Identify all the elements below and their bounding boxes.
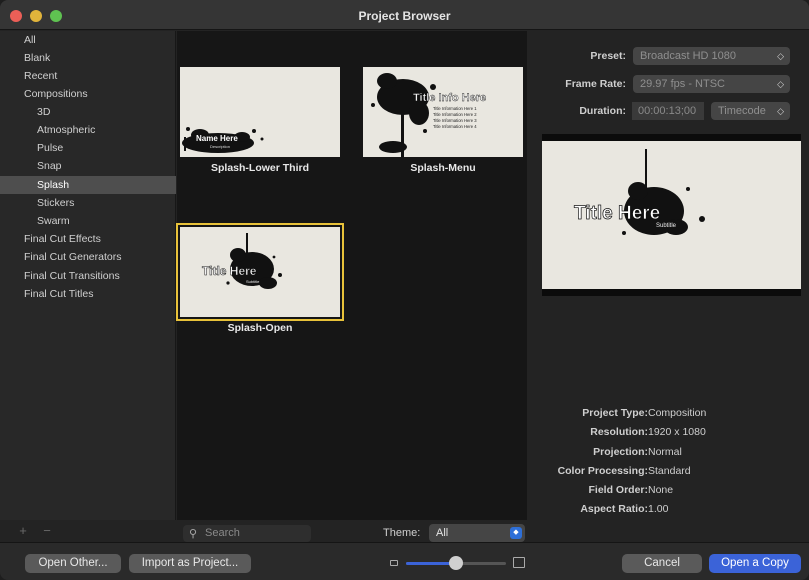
template-thumbnail-splash-open[interactable]: Title Here Subtitle bbox=[176, 223, 344, 321]
sidebar-item-snap[interactable]: Snap bbox=[0, 157, 176, 175]
slider-knob[interactable] bbox=[449, 556, 463, 570]
sidebar-item-swarm[interactable]: Swarm bbox=[0, 212, 176, 230]
sidebar-item-splash[interactable]: Splash bbox=[0, 176, 176, 194]
sidebar-item-final-cut-titles[interactable]: Final Cut Titles bbox=[0, 285, 176, 303]
info-aspect-ratio-label: Aspect Ratio: bbox=[580, 503, 648, 515]
info-projection-value: Normal bbox=[648, 446, 682, 458]
search-icon: ⚲ bbox=[189, 528, 198, 540]
theme-value: All bbox=[436, 527, 449, 539]
preset-value: Broadcast HD 1080 bbox=[640, 50, 736, 62]
duration-format-popup[interactable]: Timecode ◇ bbox=[711, 102, 790, 120]
open-a-copy-button[interactable]: Open a Copy bbox=[709, 554, 801, 573]
template-thumbnail-splash-menu[interactable]: Title Info Here Title Information Here 1… bbox=[363, 67, 523, 157]
preview-title-text: Title Here bbox=[574, 203, 660, 224]
info-aspect-ratio-value: 1.00 bbox=[648, 503, 669, 515]
info-project-type-label: Project Type: bbox=[582, 407, 648, 419]
theme-label: Theme: bbox=[383, 527, 421, 539]
menu-line-3: Title Information Here 3 bbox=[433, 118, 477, 123]
project-browser-window: Project Browser All Blank Recent Composi… bbox=[0, 0, 809, 580]
template-label-splash-menu: Splash-Menu bbox=[410, 162, 476, 174]
menu-title-text: Title Info Here bbox=[413, 92, 486, 104]
preset-popup[interactable]: Broadcast HD 1080 ◇ bbox=[633, 47, 790, 65]
template-label-splash-open: Splash-Open bbox=[227, 322, 293, 334]
menu-line-1: Title Information Here 1 bbox=[433, 106, 477, 111]
duration-format-value: Timecode bbox=[718, 105, 766, 117]
sidebar-item-atmospheric[interactable]: Atmospheric bbox=[0, 121, 176, 139]
preset-label: Preset: bbox=[590, 50, 626, 62]
duration-label: Duration: bbox=[579, 105, 626, 117]
lower-third-description-text: Description bbox=[210, 144, 230, 149]
info-field-order-label: Field Order: bbox=[588, 484, 648, 496]
project-settings-panel: Preset: Broadcast HD 1080 ◇ Frame Rate: … bbox=[528, 31, 809, 520]
open-subtitle-text: Subtitle bbox=[246, 279, 260, 284]
sidebar-item-compositions[interactable]: Compositions bbox=[0, 85, 176, 103]
sidebar-item-blank[interactable]: Blank bbox=[0, 49, 176, 67]
sidebar-item-final-cut-transitions[interactable]: Final Cut Transitions bbox=[0, 267, 176, 285]
large-thumbnail-icon bbox=[513, 557, 525, 568]
import-as-project-button[interactable]: Import as Project... bbox=[129, 554, 251, 573]
sidebar-item-stickers[interactable]: Stickers bbox=[0, 194, 176, 212]
frame-rate-label: Frame Rate: bbox=[565, 78, 626, 90]
splash-menu-artwork: Title Info Here Title Information Here 1… bbox=[371, 73, 486, 157]
info-field-order-value: None bbox=[648, 484, 674, 496]
info-color-processing-value: Standard bbox=[648, 465, 691, 477]
preview-splash-artwork: Title Here Subtitle bbox=[574, 149, 705, 235]
preview-subtitle-text: Subtitle bbox=[656, 223, 677, 229]
menu-line-2: Title Information Here 2 bbox=[433, 112, 477, 117]
info-color-processing-label: Color Processing: bbox=[557, 465, 648, 477]
chevron-updown-icon: ◇ bbox=[777, 51, 784, 61]
menu-line-4: Title Information Here 4 bbox=[433, 124, 477, 129]
sidebar-item-recent[interactable]: Recent bbox=[0, 67, 176, 85]
title-bar: Project Browser bbox=[0, 0, 809, 30]
preview-image: Title Here Subtitle bbox=[542, 141, 801, 289]
theme-popup[interactable]: All ◆ bbox=[429, 524, 525, 542]
add-category-button[interactable]: + bbox=[14, 524, 32, 538]
window-title: Project Browser bbox=[358, 9, 451, 23]
splash-lower-third-artwork: Name Here Description bbox=[182, 127, 264, 153]
category-sidebar: All Blank Recent Compositions 3D Atmosph… bbox=[0, 31, 176, 520]
search-field[interactable]: ⚲ Search bbox=[183, 525, 311, 542]
lower-third-name-text: Name Here bbox=[196, 134, 238, 143]
sidebar-item-3d[interactable]: 3D bbox=[0, 103, 176, 121]
template-thumbnail-splash-lower-third[interactable]: Name Here Description bbox=[180, 67, 340, 157]
cancel-button[interactable]: Cancel bbox=[622, 554, 702, 573]
template-grid: Name Here Description Splash-Lower Third… bbox=[176, 31, 527, 520]
open-other-button[interactable]: Open Other... bbox=[25, 554, 121, 573]
sidebar-item-final-cut-effects[interactable]: Final Cut Effects bbox=[0, 230, 176, 248]
chevron-updown-icon: ◇ bbox=[777, 79, 784, 89]
info-project-type-value: Composition bbox=[648, 407, 707, 419]
info-resolution-value: 1920 x 1080 bbox=[648, 426, 706, 438]
chevron-updown-icon: ◆ bbox=[510, 527, 522, 539]
chevron-updown-icon: ◇ bbox=[777, 106, 784, 116]
open-title-text: Title Here bbox=[202, 264, 257, 278]
template-preview: Title Here Subtitle bbox=[542, 134, 801, 296]
small-thumbnail-icon bbox=[390, 560, 398, 566]
duration-field[interactable]: 00:00:13;00 bbox=[632, 102, 704, 120]
splash-open-artwork: Title Here Subtitle bbox=[202, 233, 282, 289]
info-resolution-label: Resolution: bbox=[590, 426, 648, 438]
sidebar-item-pulse[interactable]: Pulse bbox=[0, 139, 176, 157]
frame-rate-value: 29.97 fps - NTSC bbox=[640, 78, 725, 90]
sidebar-item-final-cut-generators[interactable]: Final Cut Generators bbox=[0, 248, 176, 266]
search-placeholder: Search bbox=[205, 527, 240, 539]
info-projection-label: Projection: bbox=[593, 446, 648, 458]
sidebar-item-all[interactable]: All bbox=[0, 31, 176, 49]
template-label-splash-lower-third: Splash-Lower Third bbox=[210, 162, 309, 174]
frame-rate-popup[interactable]: 29.97 fps - NTSC ◇ bbox=[633, 75, 790, 93]
remove-category-button[interactable]: − bbox=[38, 524, 56, 538]
